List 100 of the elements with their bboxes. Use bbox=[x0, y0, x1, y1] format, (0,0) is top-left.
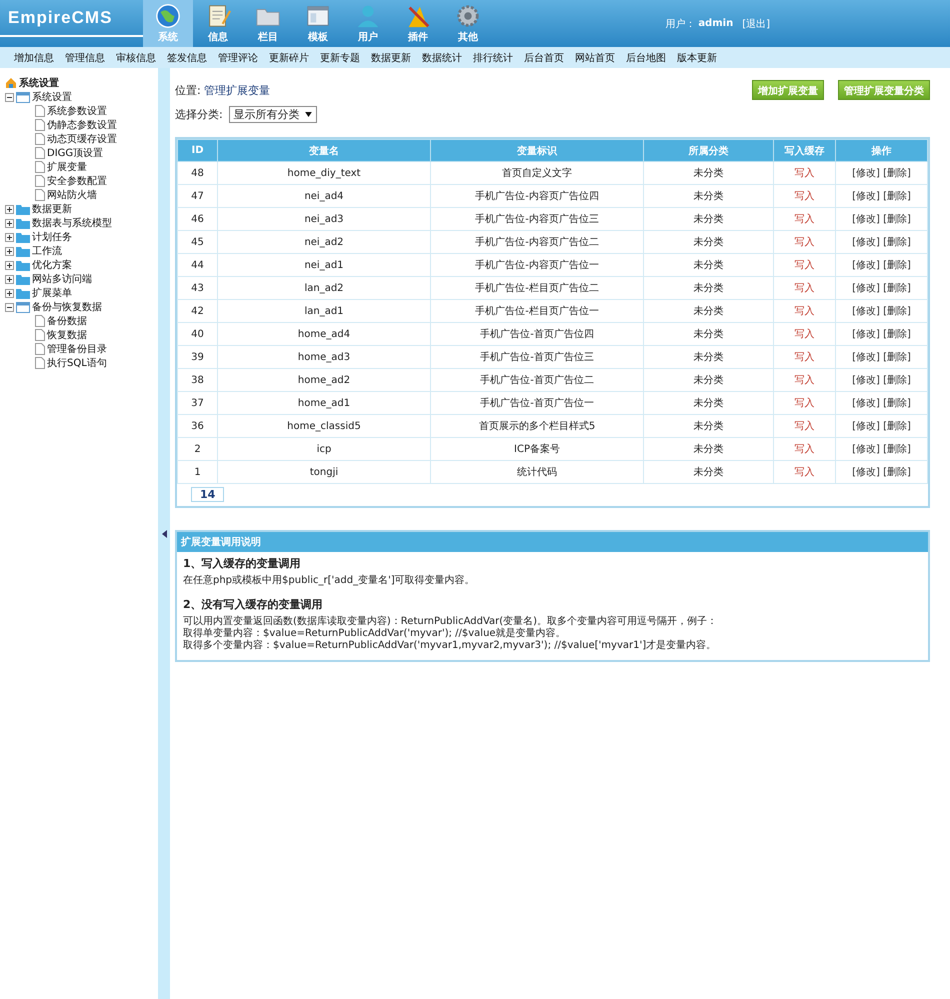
write-link[interactable]: 写入 bbox=[794, 352, 814, 363]
tree-item[interactable]: 伪静态参数设置 bbox=[47, 118, 117, 132]
edit-link[interactable]: [修改] bbox=[852, 191, 880, 202]
column-header: ID bbox=[178, 140, 218, 162]
category-select[interactable]: 显示所有分类 bbox=[228, 106, 317, 123]
menu-item[interactable]: 更新碎片 bbox=[265, 50, 313, 64]
tree-item[interactable]: 数据更新 bbox=[32, 202, 72, 216]
tree-item[interactable]: 动态页缓存设置 bbox=[47, 132, 117, 146]
expand-toggle[interactable] bbox=[5, 302, 14, 312]
tree-item[interactable]: 工作流 bbox=[32, 244, 62, 258]
tree-item[interactable]: 恢复数据 bbox=[47, 328, 87, 342]
tree-item[interactable]: 扩展变量 bbox=[47, 160, 87, 174]
delete-link[interactable]: [删除] bbox=[883, 352, 911, 363]
table-cell: 未分类 bbox=[644, 346, 774, 368]
menu-item[interactable]: 审核信息 bbox=[112, 50, 160, 64]
write-link[interactable]: 写入 bbox=[794, 329, 814, 340]
menu-item[interactable]: 后台地图 bbox=[622, 50, 670, 64]
edit-link[interactable]: [修改] bbox=[852, 260, 880, 271]
expand-toggle[interactable] bbox=[5, 232, 14, 242]
table-cell: home_ad3 bbox=[218, 346, 430, 368]
nav-tab[interactable]: 插件 bbox=[393, 0, 443, 47]
menu-item[interactable]: 增加信息 bbox=[10, 50, 58, 64]
write-link[interactable]: 写入 bbox=[794, 191, 814, 202]
edit-link[interactable]: [修改] bbox=[852, 398, 880, 409]
menu-item[interactable]: 数据更新 bbox=[367, 50, 415, 64]
breadcrumb-link[interactable]: 管理扩展变量 bbox=[204, 84, 270, 97]
menu-item[interactable]: 排行统计 bbox=[469, 50, 517, 64]
tree-item[interactable]: 管理备份目录 bbox=[47, 342, 107, 356]
menu-item[interactable]: 管理评论 bbox=[214, 50, 262, 64]
nav-tab[interactable]: 模板 bbox=[293, 0, 343, 47]
edit-link[interactable]: [修改] bbox=[852, 329, 880, 340]
edit-link[interactable]: [修改] bbox=[852, 237, 880, 248]
tree-item[interactable]: DIGG顶设置 bbox=[47, 146, 104, 160]
tree-item[interactable]: 计划任务 bbox=[32, 230, 72, 244]
write-link[interactable]: 写入 bbox=[794, 260, 814, 271]
delete-link[interactable]: [删除] bbox=[883, 375, 911, 386]
menu-item[interactable]: 更新专题 bbox=[316, 50, 364, 64]
tree-item[interactable]: 系统设置 bbox=[32, 90, 72, 104]
edit-link[interactable]: [修改] bbox=[852, 421, 880, 432]
tree-item[interactable]: 安全参数配置 bbox=[47, 174, 107, 188]
edit-link[interactable]: [修改] bbox=[852, 306, 880, 317]
menu-item[interactable]: 数据统计 bbox=[418, 50, 466, 64]
expand-toggle[interactable] bbox=[5, 204, 14, 214]
menu-item[interactable]: 网站首页 bbox=[571, 50, 619, 64]
edit-link[interactable]: [修改] bbox=[852, 214, 880, 225]
write-link[interactable]: 写入 bbox=[794, 467, 814, 478]
delete-link[interactable]: [删除] bbox=[883, 306, 911, 317]
nav-tab[interactable]: 栏目 bbox=[243, 0, 293, 47]
menu-item[interactable]: 后台首页 bbox=[520, 50, 568, 64]
delete-link[interactable]: [删除] bbox=[883, 260, 911, 271]
delete-link[interactable]: [删除] bbox=[883, 444, 911, 455]
delete-link[interactable]: [删除] bbox=[883, 237, 911, 248]
edit-link[interactable]: [修改] bbox=[852, 352, 880, 363]
write-link[interactable]: 写入 bbox=[794, 421, 814, 432]
table-cell: 未分类 bbox=[644, 276, 774, 300]
write-link[interactable]: 写入 bbox=[794, 237, 814, 248]
expand-toggle[interactable] bbox=[5, 274, 14, 284]
delete-link[interactable]: [删除] bbox=[883, 283, 911, 294]
write-link[interactable]: 写入 bbox=[794, 398, 814, 409]
write-link[interactable]: 写入 bbox=[794, 168, 814, 179]
delete-link[interactable]: [删除] bbox=[883, 168, 911, 179]
tree-item[interactable]: 备份数据 bbox=[47, 314, 87, 328]
dropdown-arrow-icon bbox=[304, 112, 312, 117]
write-link[interactable]: 写入 bbox=[794, 283, 814, 294]
expand-toggle[interactable] bbox=[5, 288, 14, 298]
edit-link[interactable]: [修改] bbox=[852, 467, 880, 478]
menu-item[interactable]: 管理信息 bbox=[61, 50, 109, 64]
menu-item[interactable]: 版本更新 bbox=[673, 50, 721, 64]
edit-link[interactable]: [修改] bbox=[852, 168, 880, 179]
expand-toggle[interactable] bbox=[5, 260, 14, 270]
delete-link[interactable]: [删除] bbox=[883, 421, 911, 432]
tree-item[interactable]: 数据表与系统模型 bbox=[32, 216, 112, 230]
tree-item[interactable]: 扩展菜单 bbox=[32, 286, 72, 300]
tree-item[interactable]: 网站多访问端 bbox=[32, 272, 92, 286]
expand-toggle[interactable] bbox=[5, 92, 14, 102]
tree-item[interactable]: 备份与恢复数据 bbox=[32, 300, 102, 314]
expand-toggle[interactable] bbox=[5, 246, 14, 256]
tree-item[interactable]: 系统参数设置 bbox=[47, 104, 107, 118]
collapse-arrow-icon[interactable] bbox=[162, 530, 166, 538]
edit-link[interactable]: [修改] bbox=[852, 283, 880, 294]
page-link[interactable]: 14 bbox=[191, 487, 224, 502]
tree-item[interactable]: 执行SQL语句 bbox=[47, 356, 107, 370]
write-link[interactable]: 写入 bbox=[794, 444, 814, 455]
write-link[interactable]: 写入 bbox=[794, 306, 814, 317]
edit-link[interactable]: [修改] bbox=[852, 444, 880, 455]
tree-item[interactable]: 优化方案 bbox=[32, 258, 72, 272]
tree-item[interactable]: 网站防火墙 bbox=[47, 188, 97, 202]
edit-link[interactable]: [修改] bbox=[852, 375, 880, 386]
write-link[interactable]: 写入 bbox=[794, 214, 814, 225]
delete-link[interactable]: [删除] bbox=[883, 191, 911, 202]
delete-link[interactable]: [删除] bbox=[883, 329, 911, 340]
menu-item[interactable]: 签发信息 bbox=[163, 50, 211, 64]
delete-link[interactable]: [删除] bbox=[883, 398, 911, 409]
write-link[interactable]: 写入 bbox=[794, 375, 814, 386]
expand-toggle[interactable] bbox=[5, 218, 14, 228]
page-icon bbox=[35, 329, 45, 341]
delete-link[interactable]: [删除] bbox=[883, 467, 911, 478]
delete-link[interactable]: [删除] bbox=[883, 214, 911, 225]
nav-tab[interactable]: 其他 bbox=[443, 0, 493, 47]
nav-tab[interactable]: 信息 bbox=[193, 0, 243, 47]
